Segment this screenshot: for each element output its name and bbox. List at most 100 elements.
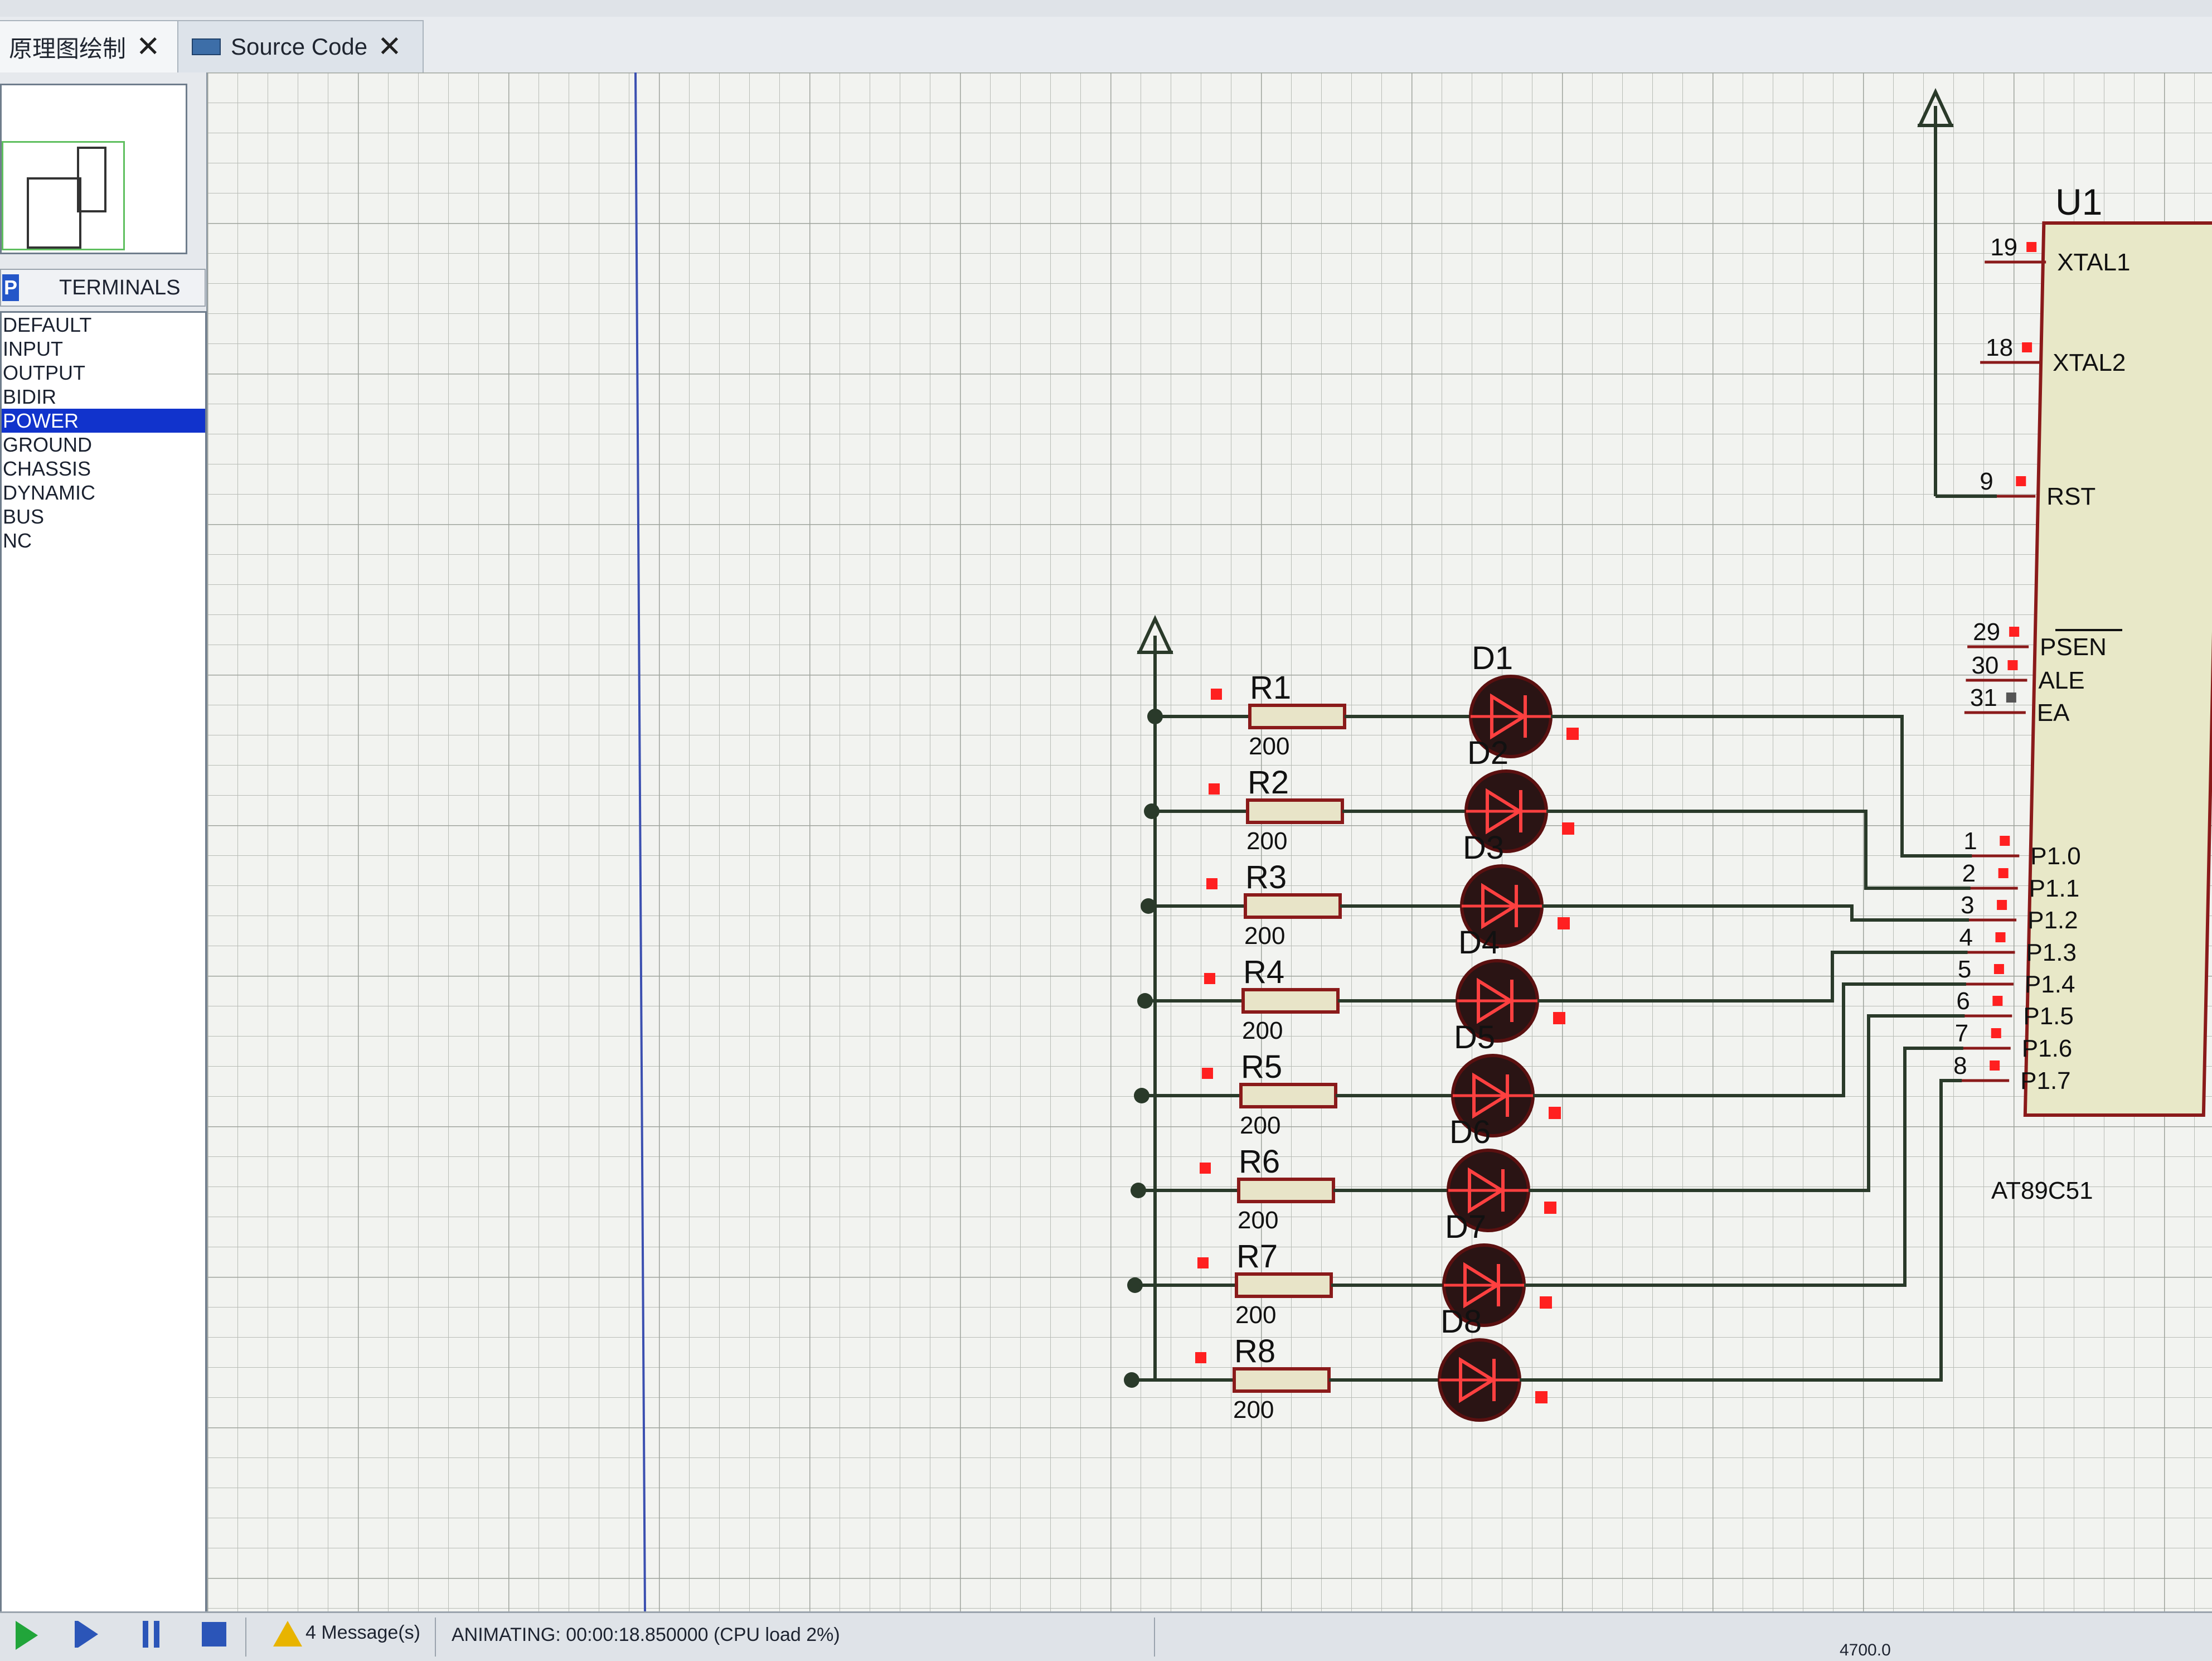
resistor-r6 <box>1237 1178 1335 1203</box>
pin-marker <box>1544 1202 1556 1214</box>
resistor-value: 200 <box>1235 1301 1276 1329</box>
terminal-item-bidir[interactable]: BIDIR <box>2 385 205 409</box>
messages-count[interactable]: 4 Message(s) <box>305 1622 420 1644</box>
chip-pin-name: PSEN <box>2040 633 2107 661</box>
animation-status: ANIMATING: 00:00:18.850000 (CPU load 2%) <box>452 1624 840 1645</box>
pin-marker <box>1993 964 2004 974</box>
terminals-title: TERMINALS <box>59 275 181 299</box>
pin-marker <box>2026 242 2037 252</box>
pin-marker <box>1535 1391 1548 1403</box>
pin-marker <box>1992 996 2003 1006</box>
led-ref: D2 <box>1467 735 1508 771</box>
source-code-icon <box>192 38 221 55</box>
resistor-ref: R1 <box>1250 670 1291 706</box>
chip-pin-name: P1.6 <box>2022 1035 2073 1062</box>
pin-marker <box>2000 836 2010 846</box>
terminal-item-output[interactable]: OUTPUT <box>2 361 205 385</box>
resistor-value: 200 <box>1246 827 1287 855</box>
chip-pin-number: 6 <box>1956 987 1970 1015</box>
resistor-ref: R4 <box>1243 954 1284 990</box>
pin-marker <box>1991 1028 2001 1038</box>
chip-pin-number: 30 <box>1971 652 1998 679</box>
pin-marker <box>2007 660 2018 670</box>
chip-pin-number: 18 <box>1986 334 2013 361</box>
play-icon[interactable] <box>16 1621 38 1650</box>
terminal-item-bus[interactable]: BUS <box>2 505 205 529</box>
resistor-value: 200 <box>1244 922 1285 950</box>
resistor-ref: R2 <box>1248 764 1289 801</box>
resistor-ref: R5 <box>1241 1049 1282 1085</box>
resistor-value: 200 <box>1233 1396 1274 1423</box>
chip-pin-name: P1.3 <box>2026 939 2077 966</box>
stop-icon[interactable] <box>202 1622 226 1647</box>
pin-marker <box>1990 1060 2000 1071</box>
led-ref: D1 <box>1472 640 1513 676</box>
terminal-item-power[interactable]: POWER <box>2 409 205 433</box>
chip-pin-name: P1.2 <box>2027 907 2078 934</box>
terminal-item-dynamic[interactable]: DYNAMIC <box>2 481 205 505</box>
resistor-r4 <box>1241 988 1340 1014</box>
terminal-item-ground[interactable]: GROUND <box>2 433 205 457</box>
chip-pin-name: EA <box>2037 699 2070 727</box>
chip-pin-name: XTAL1 <box>2057 249 2130 276</box>
pin-marker <box>1549 1107 1561 1119</box>
pin-marker <box>2022 342 2032 352</box>
pin-marker <box>1998 868 2009 878</box>
chip-pin-number: 2 <box>1962 860 1976 887</box>
pin-marker <box>1211 689 1222 700</box>
led-ref: D5 <box>1454 1019 1495 1055</box>
resistor-value: 200 <box>1238 1207 1278 1234</box>
schematic-canvas[interactable]: U1 AT89C51 19 XTAL1 18 XTAL2 9 RST 29 PSEN 30 ALE 31… <box>207 72 2212 1611</box>
resistor-ref: R3 <box>1245 859 1287 895</box>
pause-icon[interactable] <box>143 1621 159 1648</box>
chip-pin-name: P1.5 <box>2023 1003 2074 1030</box>
pin-marker <box>1202 1068 1213 1079</box>
chip-pin-name: P1.1 <box>2029 875 2080 902</box>
chip-pin-number: 7 <box>1955 1020 1968 1047</box>
warning-icon[interactable] <box>273 1621 302 1647</box>
pin-marker <box>1997 900 2007 910</box>
tab-source-code-label: Source Code <box>231 33 368 60</box>
pin-marker <box>1200 1163 1211 1174</box>
terminal-item-nc[interactable]: NC <box>2 529 205 553</box>
chip-pin-number: 4 <box>1959 924 1972 951</box>
schematic-drawing[interactable]: U1AT89C5119XTAL118XTAL29RST29PSEN30ALE31… <box>207 72 2212 1611</box>
tab-source-code[interactable]: Source Code ✕ <box>177 20 424 72</box>
pin-marker <box>1540 1296 1552 1309</box>
top-toolbar <box>0 0 2212 18</box>
resistor-value: 200 <box>1242 1017 1283 1044</box>
pin-marker <box>1558 917 1570 929</box>
resistor-ref: R6 <box>1239 1144 1280 1180</box>
pin-marker <box>1995 932 2006 942</box>
terminals-list[interactable]: DEFAULT INPUT OUTPUT BIDIR POWER GROUND … <box>0 311 207 1630</box>
close-icon[interactable]: ✕ <box>377 32 402 61</box>
pin-marker <box>1204 973 1215 984</box>
resistor-r1 <box>1248 704 1346 729</box>
resistor-ref: R7 <box>1236 1238 1278 1275</box>
overview-window[interactable] <box>0 84 187 254</box>
chip-pin-number: 3 <box>1961 892 1974 919</box>
tab-schematic-label: 原理图绘制 <box>9 35 127 62</box>
chip-pin-name: P1.4 <box>2025 971 2075 998</box>
pin-marker <box>1566 728 1579 740</box>
pin-marker <box>2016 476 2026 486</box>
terminal-item-chassis[interactable]: CHASSIS <box>2 457 205 481</box>
chip-pin-name: P1.7 <box>2020 1067 2071 1095</box>
resistor-value: 200 <box>1249 733 1289 760</box>
resistor-value: 200 <box>1240 1112 1280 1139</box>
led-ref: D3 <box>1463 830 1504 866</box>
separator <box>1154 1618 1155 1657</box>
chip-pin-number: 9 <box>1980 468 1993 495</box>
chip-ref: U1 <box>2055 181 2102 222</box>
pin-marker <box>1562 822 1574 835</box>
terminal-item-default[interactable]: DEFAULT <box>2 313 205 337</box>
tab-schematic[interactable]: 原理图绘制 ✕ <box>0 20 185 72</box>
close-icon[interactable]: ✕ <box>136 32 161 61</box>
step-icon[interactable] <box>78 1621 98 1648</box>
pick-devices-button[interactable]: P <box>2 274 19 301</box>
resistor-r5 <box>1239 1083 1337 1108</box>
resistor-r3 <box>1244 893 1342 919</box>
left-panel: P TERMINALS DEFAULT INPUT OUTPUT BIDIR P… <box>0 72 208 1630</box>
separator <box>435 1618 436 1657</box>
terminal-item-input[interactable]: INPUT <box>2 337 205 361</box>
